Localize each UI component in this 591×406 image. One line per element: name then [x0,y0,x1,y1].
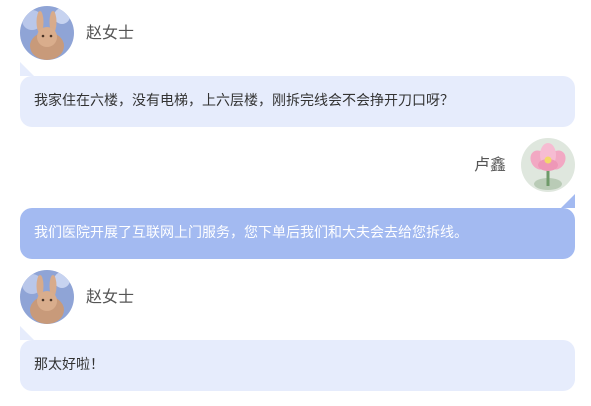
sender-name: 赵女士 [86,23,135,42]
message-bubble: 我们医院开展了互联网上门服务，您下单后我们和大夫会去给您拆线。 [20,208,575,259]
chat-conversation: 赵女士 我家住在六楼，没有电梯，上六层楼，刚拆完线会不会挣开刀口呀？ 卢鑫 我们… [0,0,591,406]
message-bubble: 我家住在六楼，没有电梯，上六层楼，刚拆完线会不会挣开刀口呀？ [20,76,575,127]
sender-name: 卢鑫 [474,155,507,174]
message-bubble: 那太好啦！ [20,340,575,391]
lotus-flower-avatar[interactable] [521,138,575,192]
bubble-tail [561,194,575,208]
bubble-tail [20,326,34,340]
rabbit-avatar[interactable] [20,6,74,60]
rabbit-avatar[interactable] [20,270,74,324]
bubble-tail [20,62,34,76]
sender-name: 赵女士 [86,287,135,306]
